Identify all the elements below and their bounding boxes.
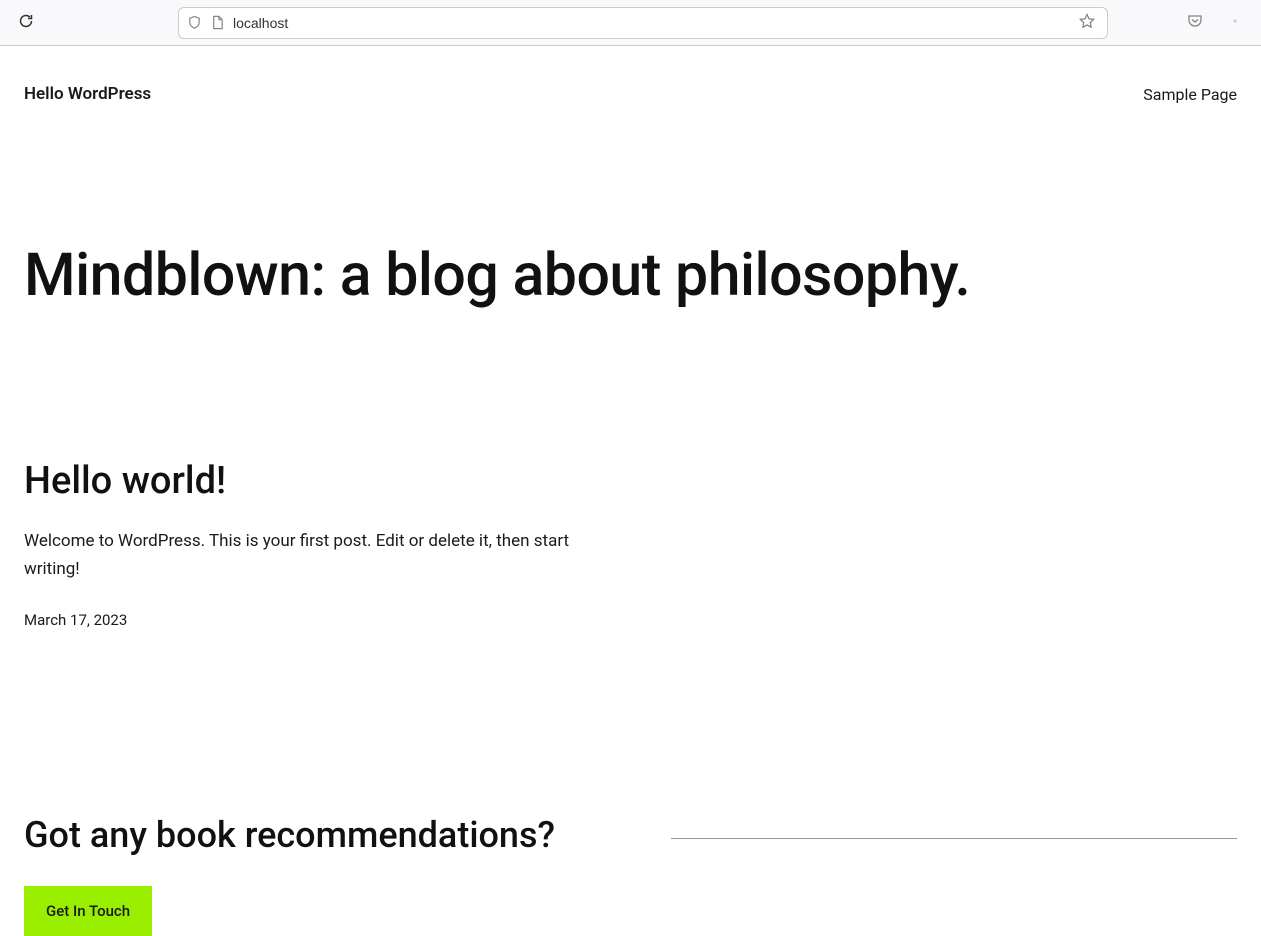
pocket-icon — [1187, 13, 1203, 32]
site-header: Hello WordPress Sample Page — [0, 46, 1261, 134]
cta-divider — [671, 838, 1238, 839]
cta-section: Got any book recommendations? Get In Tou… — [0, 629, 1261, 936]
get-in-touch-button[interactable]: Get In Touch — [24, 886, 152, 936]
site-title-link[interactable]: Hello WordPress — [24, 84, 151, 104]
reload-button[interactable] — [12, 9, 40, 37]
shield-icon — [187, 15, 202, 30]
menu-button[interactable] — [1221, 9, 1249, 37]
address-bar[interactable] — [178, 7, 1108, 39]
star-icon — [1079, 13, 1095, 32]
posts-list: Hello world! Welcome to WordPress. This … — [0, 309, 620, 629]
page-icon — [210, 15, 225, 30]
post-excerpt: Welcome to WordPress. This is your first… — [24, 527, 596, 583]
primary-nav: Sample Page — [1143, 85, 1237, 104]
post-title[interactable]: Hello world! — [24, 459, 596, 503]
nav-link-sample-page[interactable]: Sample Page — [1143, 85, 1237, 104]
post-date: March 17, 2023 — [24, 611, 596, 629]
cta-left: Got any book recommendations? Get In Tou… — [24, 814, 631, 936]
pocket-button[interactable] — [1181, 9, 1209, 37]
hero-section: Mindblown: a blog about philosophy. — [0, 134, 1261, 309]
hero-title: Mindblown: a blog about philosophy. — [24, 244, 1237, 309]
toolbar-right — [1181, 9, 1249, 37]
hamburger-icon — [1233, 13, 1237, 32]
url-input[interactable] — [233, 15, 1067, 31]
page-content: Hello WordPress Sample Page Mindblown: a… — [0, 46, 1261, 936]
post-item: Hello world! Welcome to WordPress. This … — [24, 459, 596, 629]
cta-title: Got any book recommendations? — [24, 814, 631, 856]
bookmark-button[interactable] — [1075, 11, 1099, 35]
reload-icon — [18, 13, 34, 32]
browser-toolbar — [0, 0, 1261, 46]
